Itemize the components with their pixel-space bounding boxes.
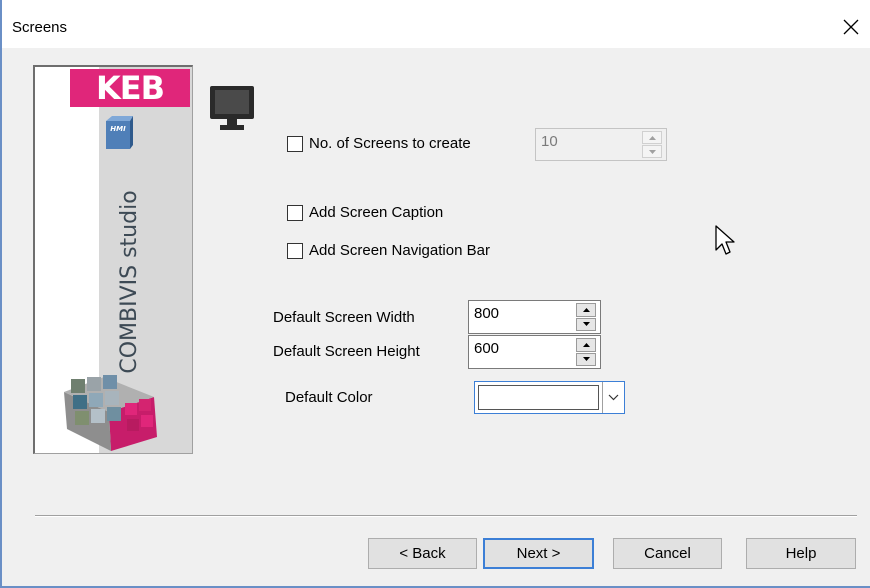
title-bar: Screens <box>2 0 870 48</box>
product-banner: KEB HMI COMBIVIS studio <box>33 65 193 454</box>
default-height-value: 600 <box>474 340 500 357</box>
default-color-label: Default Color <box>285 389 373 406</box>
width-up-button[interactable] <box>576 303 596 317</box>
monitor-icon <box>210 86 254 130</box>
cube-logo-icon <box>64 375 157 451</box>
default-color-select[interactable] <box>474 381 625 414</box>
chevron-down-icon <box>582 357 590 362</box>
chevron-up-icon <box>582 342 590 347</box>
add-caption-checkbox[interactable] <box>287 205 303 221</box>
screens-count-down-button[interactable] <box>642 145 662 158</box>
default-height-stepper[interactable]: 600 <box>468 335 601 369</box>
default-width-stepper[interactable]: 800 <box>468 300 601 334</box>
screens-to-create-label: No. of Screens to create <box>309 135 471 152</box>
color-swatch <box>478 385 599 410</box>
screens-count-value: 10 <box>541 133 558 150</box>
default-width-value: 800 <box>474 305 500 322</box>
height-down-button[interactable] <box>576 352 596 366</box>
color-dropdown-button[interactable] <box>602 382 624 413</box>
footer-separator <box>35 515 857 517</box>
chevron-up-icon <box>582 307 590 312</box>
hmi-badge-text: HMI <box>110 125 126 133</box>
chevron-down-icon <box>648 149 656 154</box>
chevron-down-icon <box>608 394 619 401</box>
cancel-button[interactable]: Cancel <box>613 538 722 569</box>
default-height-label: Default Screen Height <box>273 343 420 360</box>
height-up-button[interactable] <box>576 338 596 352</box>
close-icon <box>843 19 859 35</box>
chevron-up-icon <box>648 135 656 140</box>
add-nav-bar-checkbox[interactable] <box>287 243 303 259</box>
close-button[interactable] <box>836 12 866 42</box>
default-width-label: Default Screen Width <box>273 309 415 326</box>
width-down-button[interactable] <box>576 317 596 331</box>
window-title: Screens <box>12 19 68 36</box>
back-button[interactable]: < Back <box>368 538 477 569</box>
add-nav-bar-label: Add Screen Navigation Bar <box>309 242 490 259</box>
chevron-down-icon <box>582 322 590 327</box>
screens-count-stepper[interactable]: 10 <box>535 128 667 161</box>
hmi-badge-icon: HMI <box>106 116 133 149</box>
add-caption-label: Add Screen Caption <box>309 204 444 221</box>
next-button[interactable]: Next > <box>483 538 594 569</box>
help-button[interactable]: Help <box>746 538 856 569</box>
screens-count-up-button[interactable] <box>642 131 662 144</box>
keb-logo: KEB <box>70 69 190 107</box>
screens-to-create-checkbox[interactable] <box>287 136 303 152</box>
mouse-pointer-icon <box>715 225 735 255</box>
screens-dialog: Screens KEB HMI COMBIVIS studio No. of S… <box>0 0 870 588</box>
